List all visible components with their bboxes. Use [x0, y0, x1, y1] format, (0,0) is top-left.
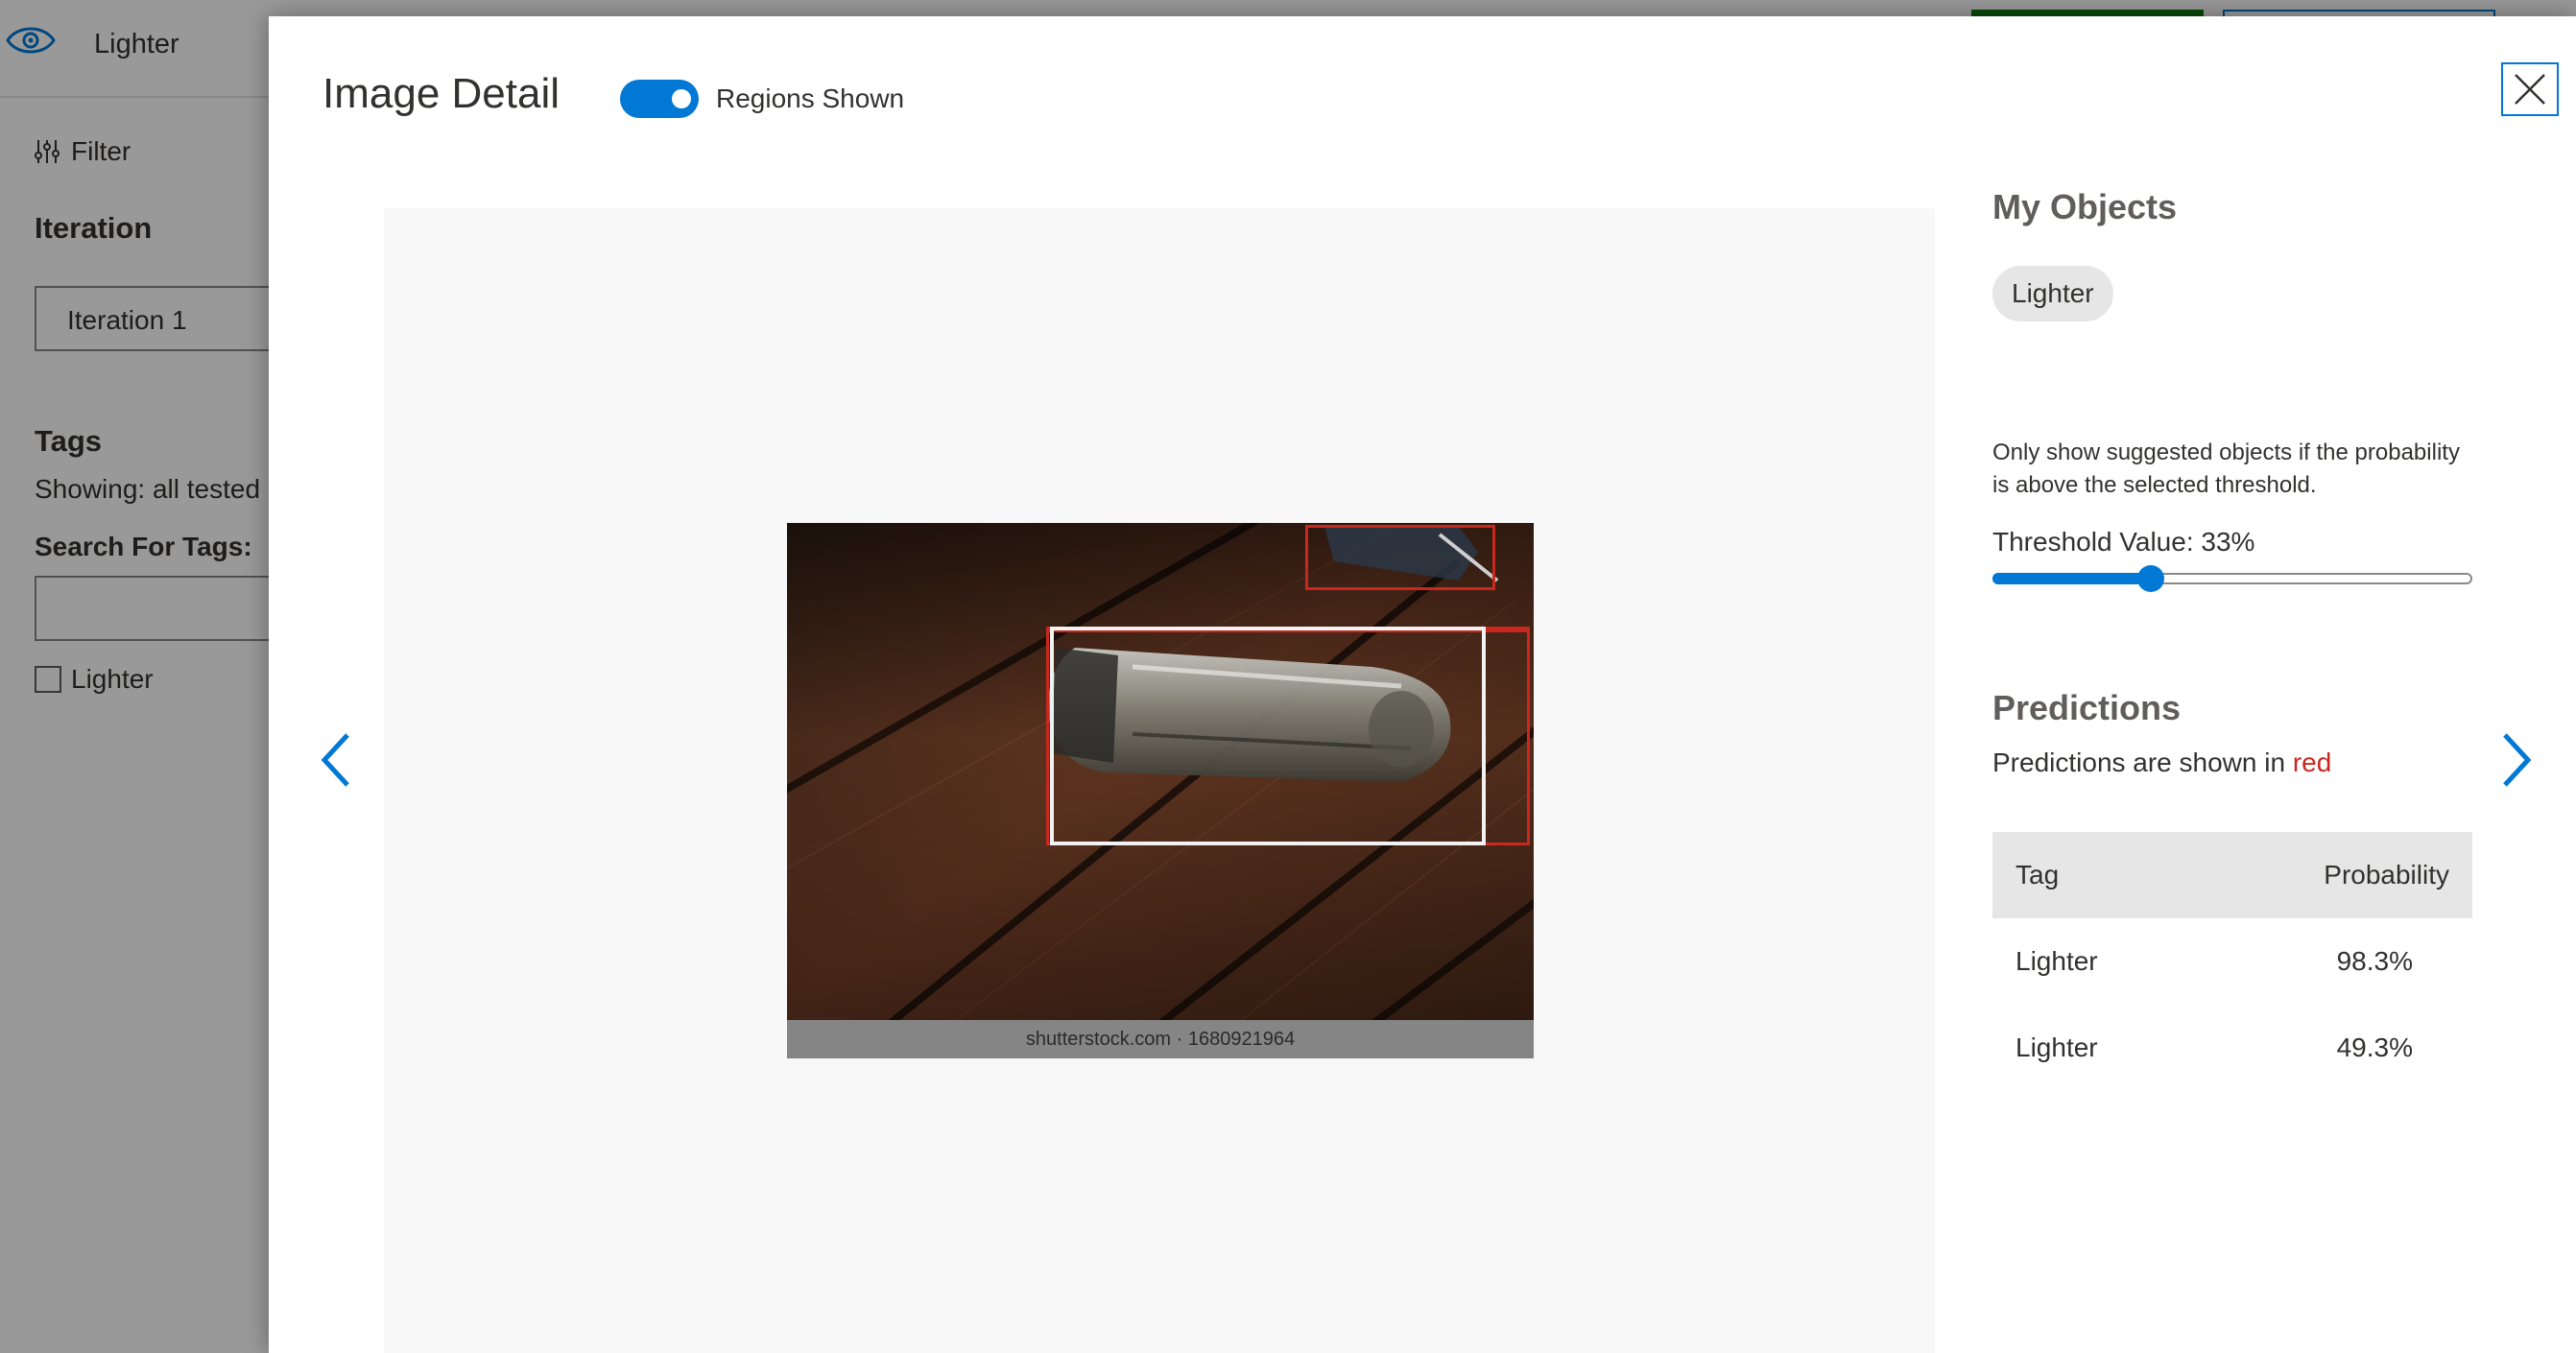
details-panel: My Objects Lighter Only show suggested o… — [1992, 16, 2530, 1353]
object-tag-chip[interactable]: Lighter — [1992, 266, 2113, 321]
predictions-note-text: Predictions are shown in — [1992, 748, 2293, 777]
threshold-slider[interactable] — [1992, 565, 2472, 592]
regions-toggle-label: Regions Shown — [716, 83, 905, 113]
modal-title: Image Detail — [322, 70, 561, 117]
row-tag: Lighter — [2015, 1033, 2098, 1062]
watermark-bar: shutterstock.com · 1680921964 — [787, 1020, 1534, 1058]
slider-thumb[interactable] — [2137, 565, 2164, 592]
column-header-probability: Probability — [2191, 832, 2472, 918]
table-header-row: Tag Probability — [1992, 832, 2472, 918]
chevron-left-icon — [321, 733, 349, 787]
row-probability: 49.3% — [2336, 1033, 2413, 1062]
predictions-note: Predictions are shown in red — [1992, 748, 2331, 778]
column-header-tag: Tag — [1992, 832, 2192, 918]
prediction-region-2 — [1305, 525, 1495, 590]
regions-toggle[interactable] — [620, 80, 699, 118]
threshold-label: Threshold Value: 33% — [1992, 527, 2255, 557]
tagged-region — [1050, 627, 1486, 845]
row-tag: Lighter — [2015, 946, 2098, 976]
table-row: Lighter 49.3% — [1992, 1005, 2472, 1091]
toggle-knob — [672, 89, 691, 108]
image-detail-modal: Image Detail Regions Shown shutterstock.… — [269, 16, 2576, 1353]
predictions-heading: Predictions — [1992, 688, 2182, 727]
threshold-help-text: Only show suggested objects if the proba… — [1992, 439, 2460, 498]
previous-image-button[interactable] — [313, 726, 359, 794]
table-row: Lighter 98.3% — [1992, 918, 2472, 1005]
row-probability: 98.3% — [2336, 946, 2413, 976]
predictions-table: Tag Probability Lighter 98.3% Lighter 49… — [1992, 832, 2472, 1091]
slider-fill — [1992, 573, 2151, 584]
my-objects-heading: My Objects — [1992, 187, 2178, 226]
image-viewer: shutterstock.com · 1680921964 — [384, 208, 1935, 1353]
tested-image: shutterstock.com · 1680921964 — [787, 523, 1534, 1058]
predictions-note-color-word: red — [2292, 748, 2332, 777]
